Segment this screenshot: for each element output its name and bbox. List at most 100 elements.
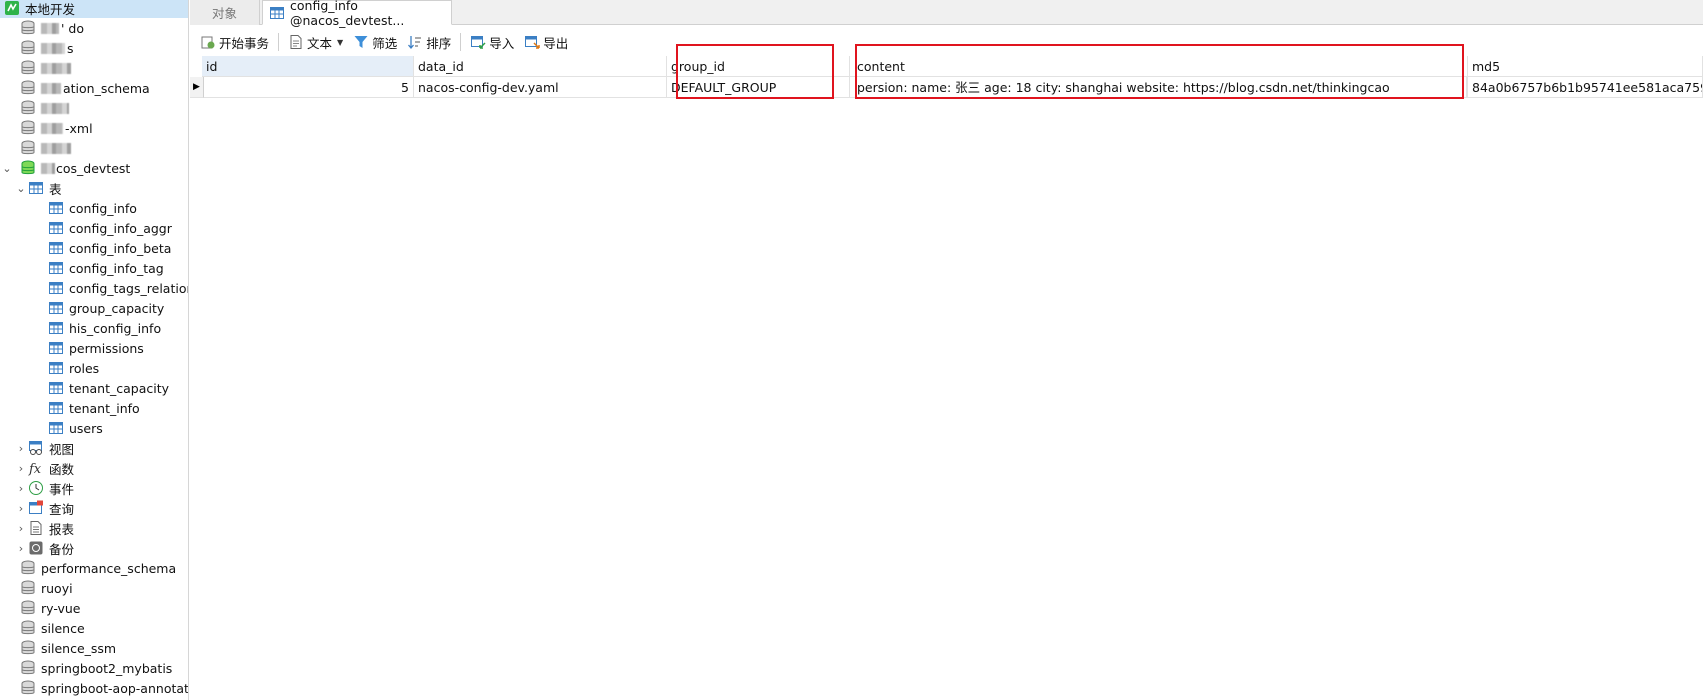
column-header-id[interactable]: id bbox=[202, 56, 414, 77]
sidebar-item-table[interactable]: roles bbox=[0, 358, 188, 378]
text-button[interactable]: 文本 ▼ bbox=[283, 30, 348, 54]
tab-config-info-label: config_info @nacos_devtest... bbox=[290, 0, 405, 28]
database-icon bbox=[20, 620, 36, 636]
sidebar-item-database[interactable]: ry-vue bbox=[0, 598, 188, 618]
sidebar-item-table[interactable]: config_info bbox=[0, 198, 188, 218]
data-grid[interactable]: id data_id group_id content md5 ▶ 5 naco… bbox=[190, 44, 1703, 700]
table-row[interactable]: ▶ 5 nacos-config-dev.yaml DEFAULT_GROUP … bbox=[190, 77, 1703, 98]
sidebar-item-folder[interactable]: › 视图 bbox=[0, 438, 188, 458]
chevron-down-icon[interactable]: ⌄ bbox=[0, 158, 14, 178]
tab-bar: 对象 config_info @nacos_devtest... bbox=[190, 0, 1703, 28]
column-header-group-id[interactable]: group_id bbox=[667, 56, 850, 77]
sidebar-item-table[interactable]: permissions bbox=[0, 338, 188, 358]
table-folder-icon bbox=[28, 180, 44, 196]
chevron-down-icon[interactable]: ⌄ bbox=[14, 178, 28, 198]
database-icon bbox=[20, 160, 36, 176]
sidebar-item-folder[interactable]: › fx 函数 bbox=[0, 458, 188, 478]
chevron-right-icon[interactable]: › bbox=[14, 478, 28, 498]
database-icon bbox=[20, 40, 36, 56]
sidebar-item-database[interactable]: springboot-aop-annotati bbox=[0, 678, 189, 698]
export-button[interactable]: 导出 bbox=[519, 30, 573, 54]
database-label: silence_ssm bbox=[41, 640, 117, 656]
sidebar-item-database[interactable]: springboot2_mybatis bbox=[0, 658, 188, 678]
event-icon bbox=[28, 480, 44, 496]
column-header-md5[interactable]: md5 bbox=[1467, 56, 1703, 77]
database-label: springboot2_mybatis bbox=[41, 660, 173, 676]
sidebar-item-database[interactable]: silence bbox=[0, 618, 188, 638]
chevron-right-icon[interactable]: › bbox=[14, 518, 28, 538]
sidebar-item-table[interactable]: tenant_capacity bbox=[0, 378, 188, 398]
database-label: -xml bbox=[65, 120, 93, 136]
cell-md5[interactable]: 84a0b6757b6b1b95741ee581aca759a bbox=[1467, 77, 1703, 98]
chevron-right-icon[interactable]: › bbox=[14, 498, 28, 518]
sidebar-item-database[interactable] bbox=[0, 98, 188, 118]
chevron-right-icon[interactable]: › bbox=[14, 438, 28, 458]
sidebar-item-database[interactable]: ation_schema bbox=[0, 78, 188, 98]
table-icon bbox=[269, 5, 285, 21]
chevron-right-icon[interactable]: › bbox=[14, 538, 28, 558]
database-icon bbox=[20, 60, 36, 76]
blurred-text bbox=[41, 82, 61, 94]
sidebar-item-table[interactable]: users bbox=[0, 418, 188, 438]
tab-objects[interactable]: 对象 bbox=[190, 0, 260, 25]
connection-node[interactable]: 本地开发 bbox=[0, 0, 188, 18]
sidebar-item-database[interactable]: ruoyi bbox=[0, 578, 188, 598]
database-icon bbox=[20, 660, 36, 676]
sidebar-item-folder[interactable]: › 报表 bbox=[0, 518, 188, 538]
sidebar-item-database[interactable] bbox=[0, 58, 188, 78]
sidebar-item-table[interactable]: config_tags_relation bbox=[0, 278, 188, 298]
object-tree-sidebar[interactable]: 本地开发 ' do s ation_schema -xml ⌄ cos_devtest ⌄ 表… bbox=[0, 0, 189, 700]
sidebar-item-active-database[interactable]: ⌄ cos_devtest bbox=[0, 158, 188, 178]
database-icon bbox=[20, 640, 36, 656]
tab-config-info[interactable]: config_info @nacos_devtest... bbox=[262, 0, 452, 28]
cell-id[interactable]: 5 bbox=[204, 77, 414, 98]
table-label: config_info_aggr bbox=[69, 220, 172, 236]
sidebar-item-database[interactable]: performance_schema bbox=[0, 558, 188, 578]
begin-transaction-button[interactable]: 开始事务 bbox=[195, 30, 274, 54]
sidebar-item-folder[interactable]: › 查询 bbox=[0, 498, 188, 518]
sidebar-item-table[interactable]: config_info_beta bbox=[0, 238, 188, 258]
import-button[interactable]: 导入 bbox=[465, 30, 519, 54]
folder-label: 备份 bbox=[49, 541, 75, 557]
chevron-right-icon[interactable]: › bbox=[14, 458, 28, 478]
sidebar-item-database[interactable]: silence_ssm bbox=[0, 638, 188, 658]
sidebar-item-table[interactable]: group_capacity bbox=[0, 298, 188, 318]
blurred-text bbox=[41, 122, 63, 134]
blurred-text bbox=[41, 162, 55, 174]
sidebar-item-tables-folder[interactable]: ⌄ 表 bbox=[0, 178, 188, 198]
table-label: config_info_beta bbox=[69, 240, 172, 256]
database-label: performance_schema bbox=[41, 560, 177, 576]
blurred-text bbox=[41, 142, 71, 154]
cell-value: nacos-config-dev.yaml bbox=[418, 80, 559, 95]
database-icon bbox=[20, 20, 36, 36]
database-label: ry-vue bbox=[41, 600, 81, 616]
sort-icon bbox=[407, 34, 423, 50]
sidebar-item-database[interactable]: -xml bbox=[0, 118, 188, 138]
table-label: users bbox=[69, 420, 103, 436]
sidebar-item-folder[interactable]: › 事件 bbox=[0, 478, 188, 498]
cell-content[interactable]: persion: name: 张三 age: 18 city: shanghai… bbox=[850, 77, 1467, 98]
sidebar-item-table[interactable]: his_config_info bbox=[0, 318, 188, 338]
column-header-data-id[interactable]: data_id bbox=[414, 56, 667, 77]
sidebar-item-folder[interactable]: › 备份 bbox=[0, 538, 188, 558]
database-icon bbox=[20, 580, 36, 596]
column-header-label: id bbox=[206, 59, 218, 74]
cell-data-id[interactable]: nacos-config-dev.yaml bbox=[414, 77, 667, 98]
database-label: ' do bbox=[61, 20, 84, 36]
sidebar-item-table[interactable]: tenant_info bbox=[0, 398, 188, 418]
database-label: springboot-aop-annotati bbox=[41, 680, 189, 696]
filter-button[interactable]: 筛选 bbox=[348, 30, 402, 54]
chevron-down-icon: ▼ bbox=[337, 37, 344, 47]
sidebar-item-table[interactable]: config_info_tag bbox=[0, 258, 188, 278]
database-label: ation_schema bbox=[63, 80, 150, 96]
cell-group-id[interactable]: DEFAULT_GROUP bbox=[667, 77, 850, 98]
toolbar-separator bbox=[278, 33, 280, 51]
sort-button[interactable]: 排序 bbox=[402, 30, 456, 54]
sidebar-item-table[interactable]: config_info_aggr bbox=[0, 218, 188, 238]
table-icon bbox=[48, 260, 64, 276]
sidebar-item-database[interactable]: ' do bbox=[0, 18, 188, 38]
toolbar-separator bbox=[460, 33, 462, 51]
sidebar-item-database[interactable]: s bbox=[0, 38, 188, 58]
sidebar-item-database[interactable] bbox=[0, 138, 188, 158]
current-row-indicator-icon: ▶ bbox=[190, 77, 204, 98]
